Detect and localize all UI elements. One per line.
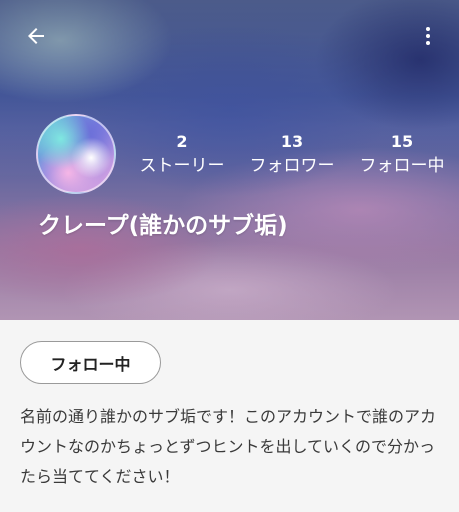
following-button[interactable]: フォロー中: [20, 341, 161, 384]
stories-count: 2: [176, 132, 188, 151]
back-button[interactable]: [16, 16, 56, 56]
following-label: フォロー中: [359, 156, 445, 176]
following-count: 15: [390, 132, 414, 151]
stories-label: ストーリー: [139, 156, 225, 176]
stat-following[interactable]: 15 フォロー中: [347, 132, 457, 178]
followers-count: 13: [280, 132, 304, 151]
more-options-button[interactable]: [408, 16, 448, 56]
stat-stories[interactable]: 2 ストーリー: [127, 132, 237, 178]
more-vert-icon: [426, 27, 430, 45]
profile-header-background: 2 ストーリー 13 フォロワー 15 フォロー中 クレープ(誰かのサブ垢): [0, 0, 459, 320]
profile-bio: 名前の通り誰かのサブ垢です！このアカウントで誰のアカウントなのかちょっとずつヒン…: [20, 407, 437, 486]
followers-label: フォロワー: [249, 156, 335, 176]
avatar[interactable]: [36, 114, 116, 194]
arrow-left-icon: [28, 28, 44, 44]
stat-followers[interactable]: 13 フォロワー: [237, 132, 347, 178]
profile-name: クレープ(誰かのサブ垢): [38, 213, 288, 239]
